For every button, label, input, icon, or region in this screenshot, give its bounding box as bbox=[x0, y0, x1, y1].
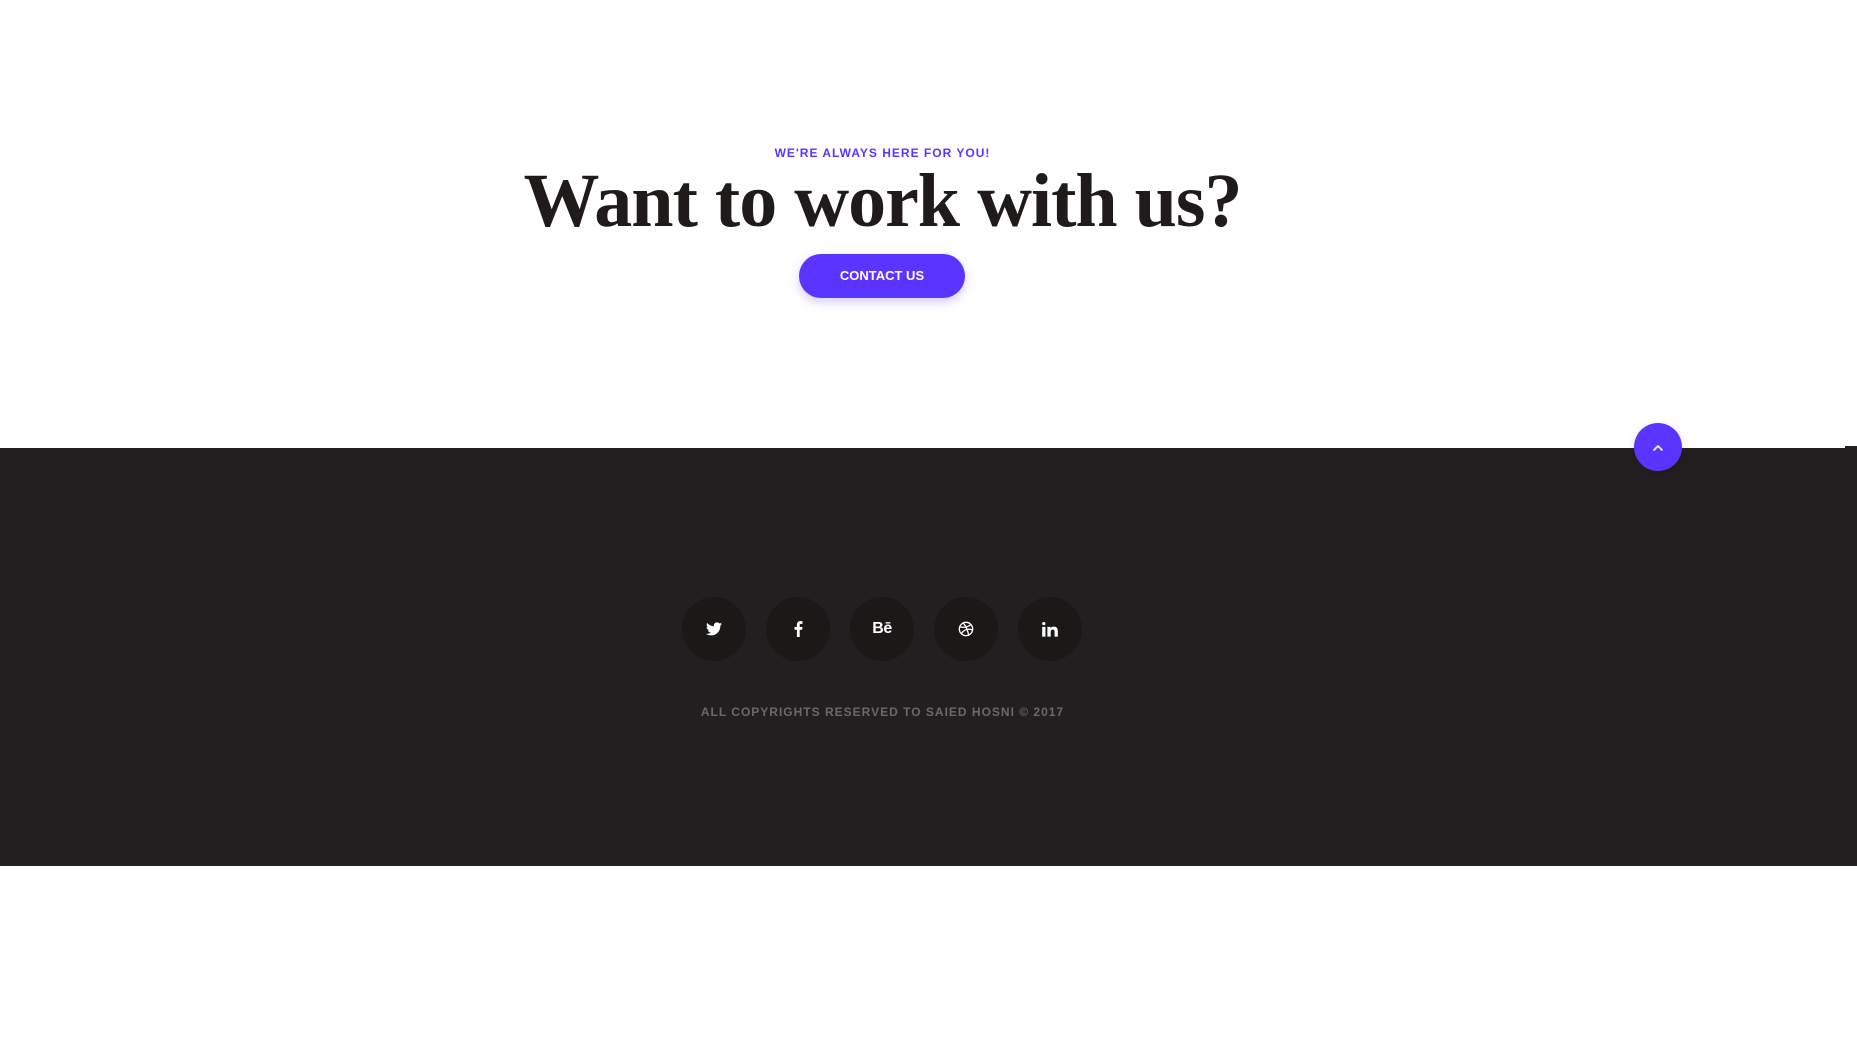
contact-us-button[interactable]: CONTACT US bbox=[799, 254, 965, 298]
cta-section: WE'RE ALWAYS HERE FOR YOU! Want to work … bbox=[0, 0, 1857, 448]
twitter-icon bbox=[706, 622, 722, 636]
chevron-up-icon bbox=[1653, 438, 1663, 456]
behance-icon: Bē bbox=[872, 620, 892, 637]
behance-link[interactable]: Bē bbox=[850, 597, 914, 661]
linkedin-link[interactable] bbox=[1018, 597, 1082, 661]
twitter-link[interactable] bbox=[682, 597, 746, 661]
divider bbox=[1845, 446, 1857, 448]
linkedin-icon bbox=[1042, 621, 1058, 637]
footer: Bē ALL COPYRIGHTS RESERVED TO SAIED HOSN… bbox=[0, 448, 1857, 866]
page: WE'RE ALWAYS HERE FOR YOU! Want to work … bbox=[0, 0, 1857, 1039]
scroll-to-top-button[interactable] bbox=[1634, 423, 1682, 471]
copyright-text: ALL COPYRIGHTS RESERVED TO SAIED HOSNI ©… bbox=[700, 705, 1065, 719]
cta-title: Want to work with us? bbox=[523, 159, 1243, 243]
facebook-icon bbox=[794, 621, 803, 637]
dribbble-icon bbox=[958, 621, 974, 637]
social-links: Bē bbox=[682, 597, 1082, 661]
dribbble-link[interactable] bbox=[934, 597, 998, 661]
facebook-link[interactable] bbox=[766, 597, 830, 661]
